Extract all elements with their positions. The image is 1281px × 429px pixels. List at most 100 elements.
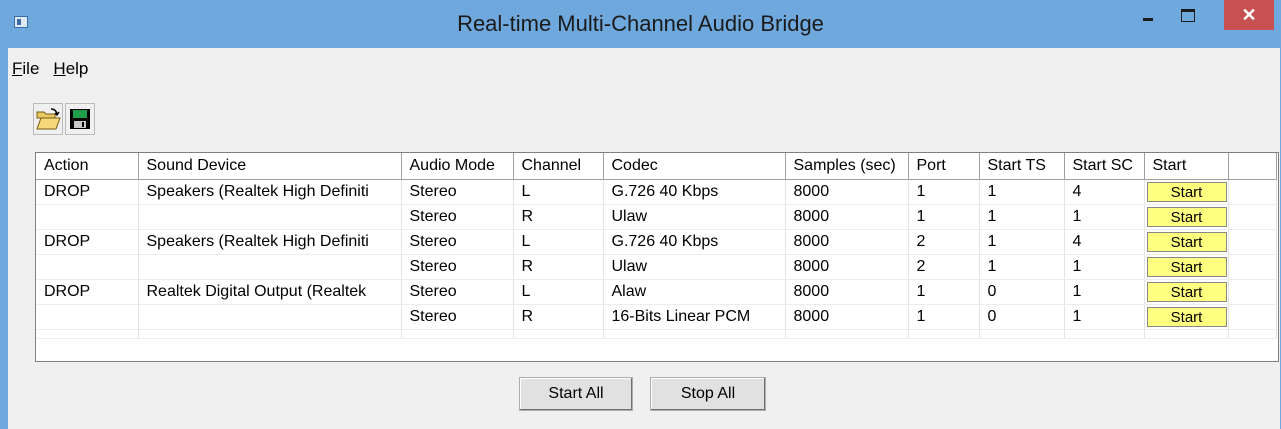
table-cell: L [513,279,604,305]
empty-row [36,329,1277,339]
table-cell: 2 [908,254,980,280]
table-row[interactable]: DROP Speakers (Realtek High Definiti Stere… [36,229,1277,255]
column-header-filler [1228,153,1277,180]
column-header-start[interactable]: Start [1144,153,1229,180]
empty-cell [1228,329,1277,339]
table-cell: Stereo [401,179,514,205]
filler-cell [1228,254,1277,280]
column-header-codec[interactable]: Codec [603,153,786,180]
table-row[interactable]: Stereo R Ulaw 8000 2 1 1 Start [36,254,1277,280]
empty-cell [36,329,139,339]
table-cell: Stereo [401,279,514,305]
table-cell: Realtek Digital Output (Realtek [138,279,402,305]
empty-cell [785,329,909,339]
table-cell: 0 [979,304,1065,330]
filler-cell [1228,279,1277,305]
row-start-button[interactable]: Start [1146,282,1227,302]
column-header-channel[interactable]: Channel [513,153,604,180]
table-cell: 1 [979,254,1065,280]
channel-table: Action Sound Device Audio Mode Channel Codec… [36,153,1277,339]
menu-bar: File Help [8,56,88,82]
empty-cell [138,329,402,339]
column-header-audio-mode[interactable]: Audio Mode [401,153,514,180]
column-header-port[interactable]: Port [908,153,980,180]
table-row[interactable]: Stereo R 16-Bits Linear PCM 8000 1 0 1 Start [36,304,1277,330]
table-cell: R [513,304,604,330]
empty-cell [401,329,514,339]
save-button[interactable] [65,103,95,135]
table-cell: 1 [979,204,1065,230]
table-cell: Alaw [603,279,786,305]
title-bar[interactable]: Real-time Multi-Channel Audio Bridge ✕ [0,0,1281,48]
start-cell: Start [1144,229,1229,255]
stop-all-button[interactable]: Stop All [650,377,766,411]
table-row[interactable]: DROP Speakers (Realtek High Definiti Stere… [36,179,1277,205]
start-cell: Start [1144,279,1229,305]
start-all-button[interactable]: Start All [519,377,633,411]
table-cell: DROP [36,179,139,205]
empty-cell [979,329,1065,339]
row-start-button[interactable]: Start [1146,182,1227,202]
maximize-button[interactable] [1173,0,1203,30]
start-cell: Start [1144,304,1229,330]
close-button[interactable]: ✕ [1224,0,1274,30]
filler-cell [1228,204,1277,230]
row-start-button[interactable]: Start [1146,207,1227,227]
minimize-button[interactable] [1133,0,1163,30]
channel-grid[interactable]: Action Sound Device Audio Mode Channel Codec… [35,152,1279,362]
row-start-button[interactable]: Start [1146,307,1227,327]
table-cell: 8000 [785,279,909,305]
row-start-button[interactable]: Start [1146,257,1227,277]
table-cell [36,204,139,230]
filler-cell [1228,304,1277,330]
menu-file[interactable]: File [12,56,39,82]
table-cell: DROP [36,229,139,255]
open-button[interactable] [33,103,63,135]
table-cell: 8000 [785,254,909,280]
table-cell: 0 [979,279,1065,305]
table-cell [36,254,139,280]
start-cell: Start [1144,179,1229,205]
table-cell: 1 [979,229,1065,255]
column-header-samples-sec[interactable]: Samples (sec) [785,153,909,180]
table-row[interactable]: DROP Realtek Digital Output (Realtek Stere… [36,279,1277,305]
empty-cell [1064,329,1145,339]
table-row[interactable]: Stereo R Ulaw 8000 1 1 1 Start [36,204,1277,230]
column-header-action[interactable]: Action [36,153,139,180]
start-cell: Start [1144,204,1229,230]
column-header-start-sc[interactable]: Start SC [1064,153,1145,180]
table-cell: Stereo [401,304,514,330]
table-cell: 4 [1064,179,1145,205]
close-icon: ✕ [1241,4,1257,25]
table-cell: 16-Bits Linear PCM [603,304,786,330]
menu-help[interactable]: Help [53,56,88,82]
filler-cell [1228,179,1277,205]
empty-cell [603,329,786,339]
column-header-start-ts[interactable]: Start TS [979,153,1065,180]
filler-cell [1228,229,1277,255]
column-header-sound-device[interactable]: Sound Device [138,153,402,180]
table-cell [138,254,402,280]
table-cell: Speakers (Realtek High Definiti [138,229,402,255]
table-cell: 8000 [785,179,909,205]
table-cell: Speakers (Realtek High Definiti [138,179,402,205]
table-cell: R [513,204,604,230]
minimize-icon [1143,17,1153,21]
table-cell: 1 [1064,254,1145,280]
row-start-button[interactable]: Start [1146,232,1227,252]
table-cell: 1 [908,179,980,205]
table-cell: G.726 40 Kbps [603,179,786,205]
table-cell: G.726 40 Kbps [603,229,786,255]
table-cell: 4 [1064,229,1145,255]
window-title: Real-time Multi-Channel Audio Bridge [457,11,824,36]
table-cell: Ulaw [603,204,786,230]
table-cell: Stereo [401,254,514,280]
table-cell: 1 [908,279,980,305]
table-cell [138,204,402,230]
table-body: DROP Speakers (Realtek High Definiti Stere… [36,179,1277,339]
table-cell: 1 [1064,304,1145,330]
table-cell: 1 [979,179,1065,205]
folder-open-icon [36,108,61,130]
floppy-disk-icon [70,109,90,129]
empty-cell [1144,329,1229,339]
